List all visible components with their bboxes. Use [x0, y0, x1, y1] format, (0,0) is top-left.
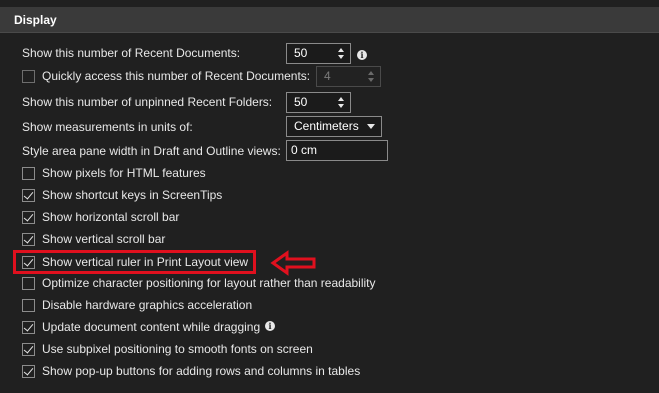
checkbox[interactable] [22, 211, 35, 224]
recent-documents-spinner[interactable]: 50 [286, 43, 351, 64]
checkbox[interactable] [22, 167, 35, 180]
units-label: Show measurements in units of: [22, 120, 193, 134]
quick-access-label: Quickly access this number of Recent Doc… [42, 69, 311, 83]
section-header-display: Display [0, 7, 659, 33]
checkbox-label: Show pop-up buttons for adding rows and … [42, 364, 361, 378]
quick-access-spinner[interactable]: 4 [316, 66, 381, 87]
checkbox[interactable] [22, 233, 35, 246]
quick-access-checkbox[interactable] [22, 70, 35, 83]
checkbox[interactable] [22, 189, 35, 202]
spin-up-icon[interactable] [338, 48, 344, 52]
style-area-value[interactable]: 0 cm [291, 143, 317, 157]
quick-access-value[interactable]: 4 [324, 69, 331, 83]
chevron-down-icon[interactable] [367, 124, 375, 129]
section-title: Display [14, 13, 57, 27]
spin-down-icon[interactable] [338, 55, 344, 59]
annotation-highlight-box [13, 250, 256, 274]
units-select[interactable]: Centimeters [286, 116, 382, 137]
spin-arrows[interactable] [337, 93, 347, 112]
arrow-left-icon [270, 250, 316, 276]
checkbox[interactable] [22, 277, 35, 290]
recent-folders-value[interactable]: 50 [294, 95, 307, 109]
checkbox-label: Use subpixel positioning to smooth fonts… [42, 342, 313, 356]
spin-down-icon[interactable] [338, 104, 344, 108]
info-icon: i [265, 321, 275, 331]
style-area-label: Style area pane width in Draft and Outli… [22, 144, 281, 158]
checkbox-label: Optimize character positioning for layou… [42, 276, 376, 290]
recent-folders-spinner[interactable]: 50 [286, 92, 351, 113]
checkbox[interactable] [22, 343, 35, 356]
checkbox-label: Show shortcut keys in ScreenTips [42, 188, 223, 202]
recent-documents-label: Show this number of Recent Documents: [22, 46, 241, 60]
checkbox-label: Show pixels for HTML features [42, 166, 206, 180]
spin-arrows[interactable] [367, 67, 377, 86]
units-selected[interactable]: Centimeters [294, 119, 359, 133]
checkbox-label: Show vertical scroll bar [42, 232, 166, 246]
info-icon: i [357, 50, 367, 60]
recent-folders-label: Show this number of unpinned Recent Fold… [22, 95, 273, 109]
checkbox-label: Update document content while dragging [42, 320, 261, 334]
recent-documents-value[interactable]: 50 [294, 46, 307, 60]
spin-down-icon[interactable] [368, 78, 374, 82]
checkbox[interactable] [22, 321, 35, 334]
checkbox-label: Show horizontal scroll bar [42, 210, 180, 224]
checkbox-label: Disable hardware graphics acceleration [42, 298, 253, 312]
style-area-input[interactable]: 0 cm [286, 140, 388, 161]
spin-up-icon[interactable] [368, 71, 374, 75]
checkbox[interactable] [22, 299, 35, 312]
spin-arrows[interactable] [337, 44, 347, 63]
spin-up-icon[interactable] [338, 97, 344, 101]
checkbox[interactable] [22, 365, 35, 378]
